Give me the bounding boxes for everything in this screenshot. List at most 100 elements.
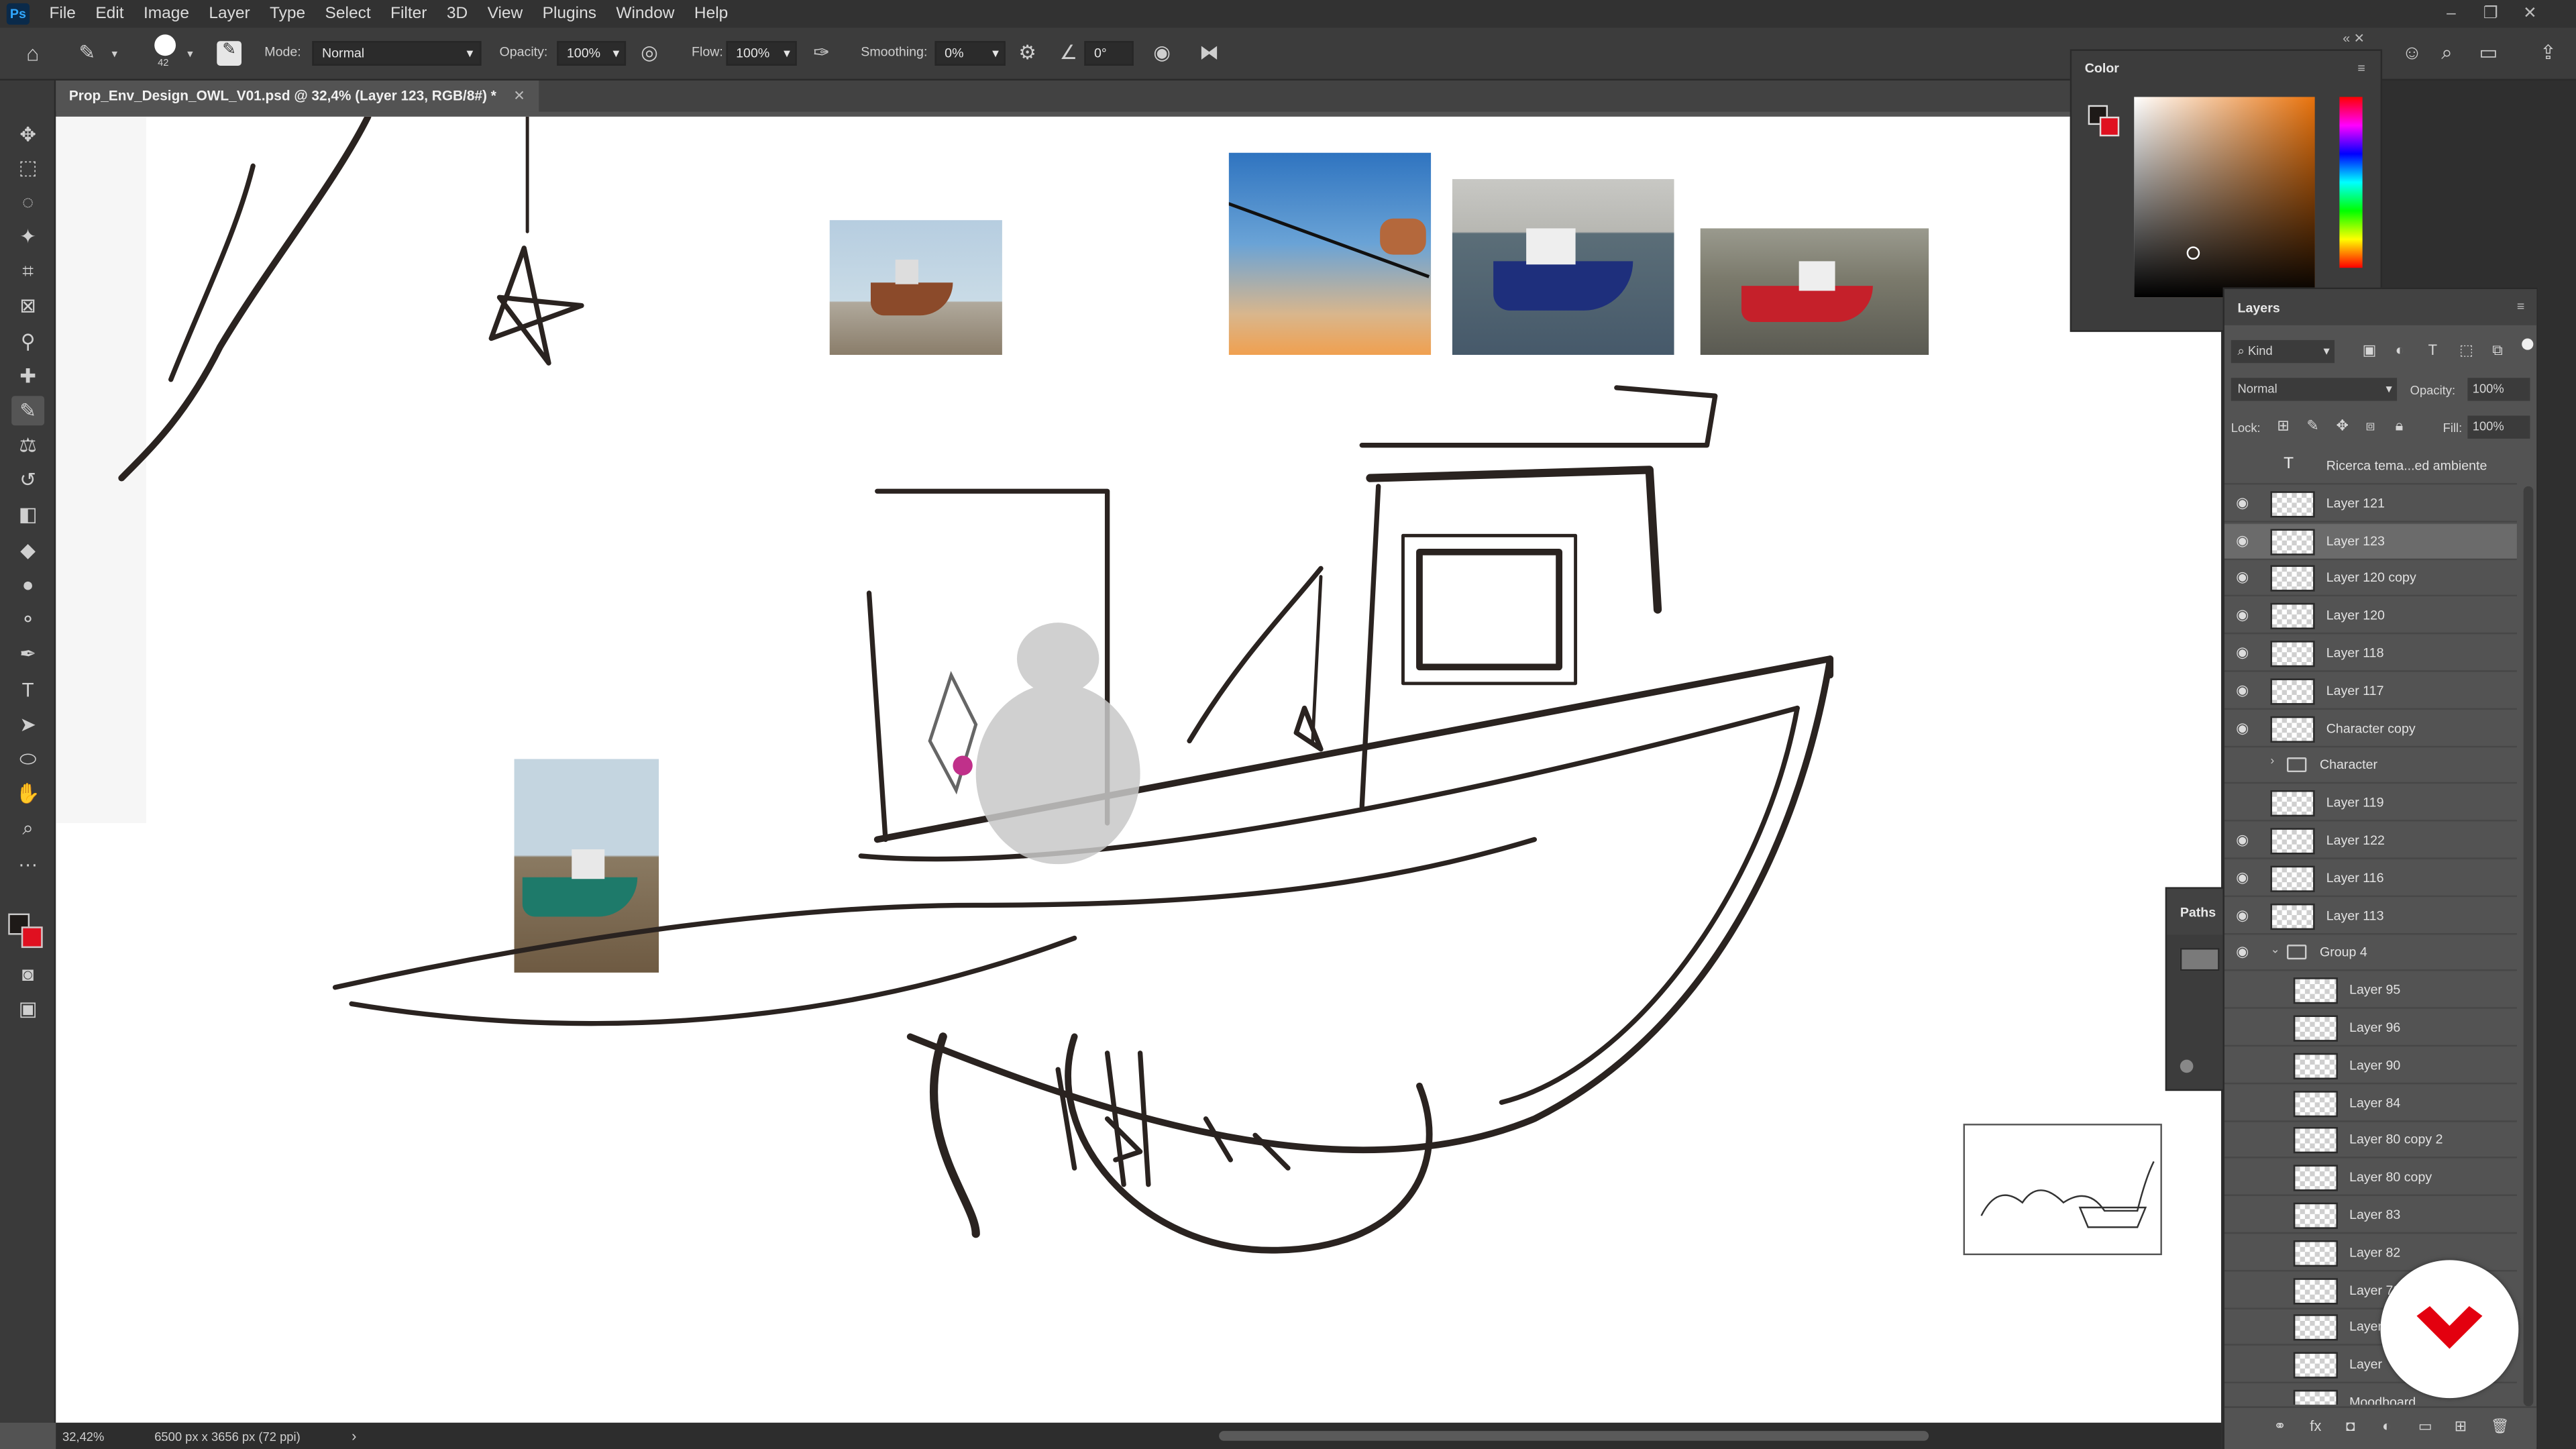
menu-image[interactable]: Image [133, 5, 199, 23]
background-color-swatch[interactable] [21, 926, 43, 949]
color-field[interactable] [2134, 97, 2315, 298]
layer-row[interactable]: T Ricerca tema...ed ambiente [2224, 449, 2517, 485]
paths-panel-title[interactable]: Paths [2167, 888, 2230, 935]
layer-row[interactable]: Layer 119 [2224, 786, 2517, 822]
layer-thumbnail[interactable] [2270, 603, 2315, 630]
layer-row[interactable]: ◉ Character copy [2224, 710, 2517, 747]
close-icon[interactable]: ✕ [513, 87, 525, 103]
filter-adjustment-icon[interactable]: ◐ [2396, 341, 2404, 358]
eye-hidden-icon[interactable] [2236, 1318, 2252, 1334]
opacity-field[interactable]: 100% ▾ [557, 41, 627, 66]
layer-thumbnail[interactable] [2270, 865, 2315, 892]
layer-fill-field[interactable]: 100% [2467, 415, 2530, 439]
lock-artboard-icon[interactable]: ⧈ [2366, 417, 2375, 435]
symmetry-icon[interactable]: ⧓ [1199, 41, 1219, 64]
menu-filter[interactable]: Filter [380, 5, 437, 23]
menu-window[interactable]: Window [606, 5, 685, 23]
brush-panel-icon[interactable]: ✎ [217, 41, 242, 66]
eye-icon[interactable]: ◉ [2236, 944, 2252, 960]
chevron-down-icon[interactable]: ⌄ [2271, 944, 2280, 957]
eye-icon[interactable]: ◉ [2236, 682, 2252, 698]
layer-row[interactable]: Layer 83 [2224, 1197, 2517, 1234]
delete-layer-icon[interactable]: 🗑︎ [2491, 1417, 2510, 1436]
flow-field[interactable]: 100% ▾ [726, 41, 797, 66]
filter-smart-object-icon[interactable]: ⧉ [2492, 341, 2503, 360]
layer-row[interactable]: › Character [2224, 748, 2517, 785]
eye-hidden-icon[interactable] [2236, 1018, 2252, 1034]
menu-file[interactable]: File [40, 5, 86, 23]
screen-mode-icon[interactable]: ▣ [11, 994, 44, 1024]
mode-select[interactable]: Normal ▾ [312, 41, 482, 66]
layers-panel-title[interactable]: Layers [2224, 289, 2537, 325]
layer-opacity-field[interactable]: 100% [2467, 378, 2530, 401]
move-tool-icon[interactable]: ✥ [11, 120, 44, 150]
layer-row[interactable]: ◉ Layer 113 [2224, 898, 2517, 934]
magic-wand-tool-icon[interactable]: ✦ [11, 222, 44, 252]
layer-style-icon[interactable]: fx [2310, 1417, 2321, 1434]
eye-icon[interactable]: ◉ [2236, 906, 2252, 922]
eye-icon[interactable]: ◉ [2236, 719, 2252, 735]
pressure-size-icon[interactable]: ◉ [1153, 41, 1171, 64]
eye-icon[interactable]: ◉ [2236, 869, 2252, 885]
layer-row[interactable]: ◉ Layer 121 [2224, 486, 2517, 523]
hand-tool-icon[interactable]: ✋ [11, 779, 44, 808]
zoom-level[interactable]: 32,42% [62, 1430, 104, 1444]
adjustment-layer-icon[interactable]: ◐ [2382, 1417, 2391, 1434]
new-group-icon[interactable]: ▭ [2418, 1417, 2432, 1436]
layer-row[interactable]: ◉ Layer 120 copy [2224, 561, 2517, 597]
layer-thumbnail[interactable] [2270, 828, 2315, 855]
share-user-icon[interactable]: ☺ [2402, 41, 2422, 64]
layer-thumbnail[interactable] [2293, 1240, 2338, 1267]
stamp-tool-icon[interactable]: ⚖ [11, 431, 44, 460]
menu-select[interactable]: Select [315, 5, 380, 23]
menu-3d[interactable]: 3D [437, 5, 478, 23]
layer-thumbnail[interactable] [2270, 715, 2315, 742]
photoshop-logo[interactable]: Ps [6, 3, 30, 25]
layer-thumbnail[interactable] [2293, 1202, 2338, 1229]
eye-hidden-icon[interactable] [2236, 1131, 2252, 1147]
horizontal-scrollbar[interactable] [1219, 1431, 1929, 1441]
layer-row[interactable]: Layer 80 copy [2224, 1160, 2517, 1197]
chevron-down-icon[interactable]: ▾ [187, 48, 193, 60]
eye-hidden-icon[interactable] [2236, 1056, 2252, 1072]
link-layers-icon[interactable]: ⚭ [2273, 1417, 2286, 1436]
history-brush-icon[interactable]: ↺ [11, 465, 44, 494]
crop-tool-icon[interactable]: ⌗ [11, 256, 44, 286]
brush-preset-icon[interactable]: ✎ [79, 41, 96, 64]
panel-menu-icon[interactable]: ≡ [2517, 299, 2524, 314]
eye-hidden-icon[interactable] [2236, 1169, 2252, 1185]
color-picker-cursor[interactable] [2186, 246, 2200, 260]
healing-tool-icon[interactable]: ✚ [11, 362, 44, 391]
chevron-down-icon[interactable]: ▾ [112, 48, 118, 60]
eye-hidden-icon[interactable] [2236, 457, 2252, 473]
blend-mode-select[interactable]: Normal ▾ [2231, 378, 2398, 401]
home-icon[interactable]: ⌂ [26, 41, 39, 66]
lasso-tool-icon[interactable]: ◌ [11, 187, 44, 217]
layer-thumbnail[interactable] [2270, 678, 2315, 705]
eye-hidden-icon[interactable] [2236, 1206, 2252, 1222]
layer-thumbnail[interactable] [2293, 1127, 2338, 1155]
eye-hidden-icon[interactable] [2236, 1243, 2252, 1259]
layer-row[interactable]: Layer 90 [2224, 1048, 2517, 1084]
lock-all-icon[interactable]: 🔒︎ [2396, 417, 2404, 435]
layer-row[interactable]: ◉ Layer 122 [2224, 823, 2517, 859]
eye-icon[interactable]: ◉ [2236, 831, 2252, 847]
add-mask-icon[interactable]: ◘ [2346, 1417, 2355, 1434]
filter-toggle-icon[interactable] [2522, 338, 2534, 350]
zoom-tool-icon[interactable]: ⌕ [11, 813, 44, 843]
layer-thumbnail[interactable] [2270, 566, 2315, 592]
layer-row[interactable]: Layer 80 copy 2 [2224, 1123, 2517, 1159]
layer-row[interactable]: ◉ ⌄ Group 4 [2224, 935, 2517, 972]
blur-tool-icon[interactable]: ● [11, 570, 44, 600]
lock-pixels-icon[interactable]: ✎ [2306, 417, 2318, 435]
eye-hidden-icon[interactable] [2236, 1393, 2252, 1405]
path-thumbnail[interactable] [2180, 948, 2220, 971]
export-icon[interactable]: ⇪ [2540, 41, 2557, 64]
menu-layer[interactable]: Layer [199, 5, 260, 23]
pen-tool-icon[interactable]: ✒ [11, 639, 44, 669]
document-tab[interactable]: Prop_Env_Design_OWL_V01.psd @ 32,4% (Lay… [56, 80, 539, 112]
menu-plugins[interactable]: Plugins [533, 5, 606, 23]
brush-tool-icon[interactable]: ✎ [11, 396, 45, 426]
layer-thumbnail[interactable] [2293, 1389, 2338, 1405]
menu-view[interactable]: View [478, 5, 533, 23]
